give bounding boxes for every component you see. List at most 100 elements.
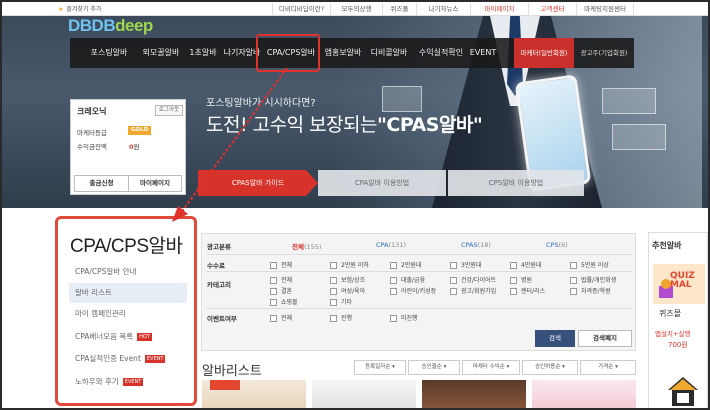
nav-highlight-box	[256, 34, 320, 72]
category-count: (155)	[303, 243, 322, 251]
marketer-tab[interactable]: 마케터(일반회원)	[514, 38, 574, 68]
sort-dropdown-allow[interactable]: 승인허용순 ▾	[522, 360, 578, 375]
cash-label: 수익금잔액	[77, 143, 107, 151]
sidebar-item-label: CPA실적인증 Event	[75, 354, 141, 363]
category-checkbox[interactable]: 전체	[270, 275, 292, 284]
hero-tab-cps[interactable]: CPS알바 이용방법	[448, 170, 584, 196]
util-link-quiz[interactable]: 퀴즈풀	[382, 3, 416, 15]
category-checkbox[interactable]: 결혼	[270, 286, 292, 295]
sort-dropdown-revenue[interactable]: 마케터 수익순 ▾	[462, 360, 520, 375]
list-item-thumbnail[interactable]	[422, 380, 526, 408]
fee-checkbox[interactable]: 2만원 이하	[330, 260, 369, 269]
category-name: CPAS	[461, 241, 478, 249]
hero-subtitle: 포스팅알바가 시시하다면?	[206, 98, 316, 109]
main-nav: 포스팅알바 외모꿀알바 1초알바 나기자알바 CPA/CPS알바 앱홍보알바 디…	[70, 38, 634, 68]
logout-button[interactable]: 로그아웃	[155, 105, 183, 116]
category-cpa[interactable]: CPA(131)	[376, 241, 406, 249]
category-checkbox[interactable]: 대출/금융	[390, 275, 425, 284]
category-count: (6)	[558, 241, 568, 249]
util-link-about[interactable]: 디비디비딥이란?	[272, 3, 330, 15]
util-link-news[interactable]: 나기자뉴스	[416, 3, 470, 15]
event-checkbox[interactable]: 전체	[270, 313, 292, 322]
category-count: (131)	[388, 241, 406, 249]
event-checkbox[interactable]: 미진행	[390, 313, 418, 322]
fee-checkbox[interactable]: 2만원대	[390, 260, 421, 269]
sidebar-item-label: 마이 캠페인관리	[75, 309, 126, 318]
sidebar-item-label: 노하우와 후기	[75, 377, 119, 386]
category-checkbox[interactable]: 어린이/키성장	[390, 286, 436, 295]
filter-label-event: 이벤트여부	[207, 315, 237, 323]
filter-label-fee: 수수료	[207, 262, 225, 270]
util-link-marketing-center[interactable]: 마케팅지원센터	[576, 3, 634, 15]
recommend-amount: 700원	[668, 341, 688, 349]
sidebar-item-list[interactable]: 알바 리스트	[69, 283, 187, 303]
category-checkbox[interactable]: 기타	[330, 297, 352, 306]
filter-label-kategori: 카테고리	[207, 281, 231, 289]
search-button[interactable]: 검색	[535, 330, 575, 347]
category-checkbox[interactable]: 광고/회원가입	[450, 286, 496, 295]
browser-frame: ★ 즐겨찾기 추가 디비디비딥이란? 모두의상행 퀴즈풀 나기자뉴스 마이페이지 …	[0, 0, 710, 410]
hero-tab-guide[interactable]: CPAS알바 가이드	[198, 170, 318, 196]
sidebar-item-cert-event[interactable]: CPA실적인증 Event EVENT	[69, 349, 187, 369]
category-checkbox[interactable]: 렌터/리스	[510, 286, 545, 295]
nav-event[interactable]: EVENT	[468, 38, 498, 68]
util-link-support[interactable]: 고객센터	[528, 3, 576, 15]
hot-badge: HOT	[137, 333, 152, 341]
fee-checkbox[interactable]: 4만원대	[510, 260, 541, 269]
advertiser-tab[interactable]: 광고주(기업회원)	[574, 38, 634, 68]
recommend-name[interactable]: 퀴즈몰	[659, 308, 681, 319]
nav-earnings[interactable]: 수익실적확인	[414, 38, 468, 68]
category-all[interactable]: 전체(155)	[292, 241, 321, 251]
util-link-shop[interactable]: 모두의상행	[330, 3, 382, 15]
favorite-link[interactable]: ★ 즐겨찾기 추가	[58, 4, 101, 13]
login-box: 크레오닉 로그아웃 마케터등급 GOLD 수익금잔액 0원 출금신청 마이페이지	[70, 99, 186, 195]
category-cpas[interactable]: CPAS(18)	[461, 241, 491, 249]
sort-label: 마케터 수익순	[472, 364, 505, 370]
filter-panel: 광고분류 전체(155) CPA(131) CPAS(18) CPS(6) 수수…	[201, 233, 636, 351]
sidebar-item-knowhow[interactable]: 노하우와 후기 EVENT	[69, 372, 187, 392]
category-checkbox[interactable]: 법률/개인회생	[570, 275, 616, 284]
hero-tab-cpa[interactable]: CPA알바 이용방법	[318, 170, 446, 196]
list-item-thumbnail[interactable]	[532, 380, 636, 408]
fee-checkbox[interactable]: 3만원대	[450, 260, 481, 269]
list-title: 알바리스트	[202, 364, 262, 379]
house-icon[interactable]	[666, 374, 700, 408]
mypage-button[interactable]: 마이페이지	[129, 176, 181, 191]
sidebar-item-campaign[interactable]: 마이 캠페인관리	[69, 304, 187, 324]
recommend-sub: 앱설치+실행	[655, 330, 691, 338]
list-item-thumbnail[interactable]	[202, 380, 306, 408]
event-checkbox[interactable]: 진행	[330, 313, 352, 322]
sidebar-item-banners[interactable]: CPA배너모음 목록 HOT	[69, 327, 187, 347]
nav-appearance[interactable]: 외모꿀알바	[136, 38, 186, 68]
category-checkbox[interactable]: 여성/육아	[330, 286, 365, 295]
sort-label: 가격순	[598, 364, 614, 370]
sort-label: 승인허용순	[535, 364, 561, 370]
sort-dropdown-date[interactable]: 등록일자순 ▾	[354, 360, 406, 375]
hero-title-bold: "CPAS알바"	[377, 114, 483, 136]
nav-posting[interactable]: 포스팅알바	[84, 38, 134, 68]
hero-ui-panel	[382, 86, 422, 112]
nav-one-second[interactable]: 1초알바	[186, 38, 220, 68]
reset-button[interactable]: 검색폐지	[578, 330, 632, 347]
site-logo[interactable]: DBDBdeep	[68, 16, 153, 36]
category-cps[interactable]: CPS(6)	[546, 241, 568, 249]
util-link-mypage[interactable]: 마이페이지	[470, 3, 528, 15]
category-checkbox[interactable]: 자격증/학원	[570, 286, 611, 295]
sidebar-title: CPA/CPS알바	[70, 236, 183, 257]
username: 크레오닉	[77, 107, 107, 116]
list-item-thumbnail[interactable]	[312, 380, 416, 408]
sidebar-item-guide[interactable]: CPA/CPS알바 안내	[69, 262, 187, 282]
sidebar-item-label: 알바 리스트	[75, 288, 112, 297]
grade-badge: GOLD	[128, 126, 152, 135]
nav-app-promo[interactable]: 앱홍보알바	[320, 38, 366, 68]
sort-dropdown-approval[interactable]: 승인율순 ▾	[408, 360, 460, 375]
nav-dbcall[interactable]: 디비콜알바	[366, 38, 412, 68]
category-checkbox[interactable]: 병원	[510, 275, 532, 284]
category-checkbox[interactable]: 쇼핑몰	[270, 297, 298, 306]
fee-checkbox[interactable]: 5만원 이상	[570, 260, 609, 269]
category-checkbox[interactable]: 건강/다이어트	[450, 275, 496, 284]
fee-checkbox[interactable]: 전체	[270, 260, 292, 269]
sort-dropdown-price[interactable]: 가격순 ▾	[580, 360, 636, 375]
category-checkbox[interactable]: 보험/상조	[330, 275, 365, 284]
withdraw-button[interactable]: 출금신청	[75, 176, 129, 191]
